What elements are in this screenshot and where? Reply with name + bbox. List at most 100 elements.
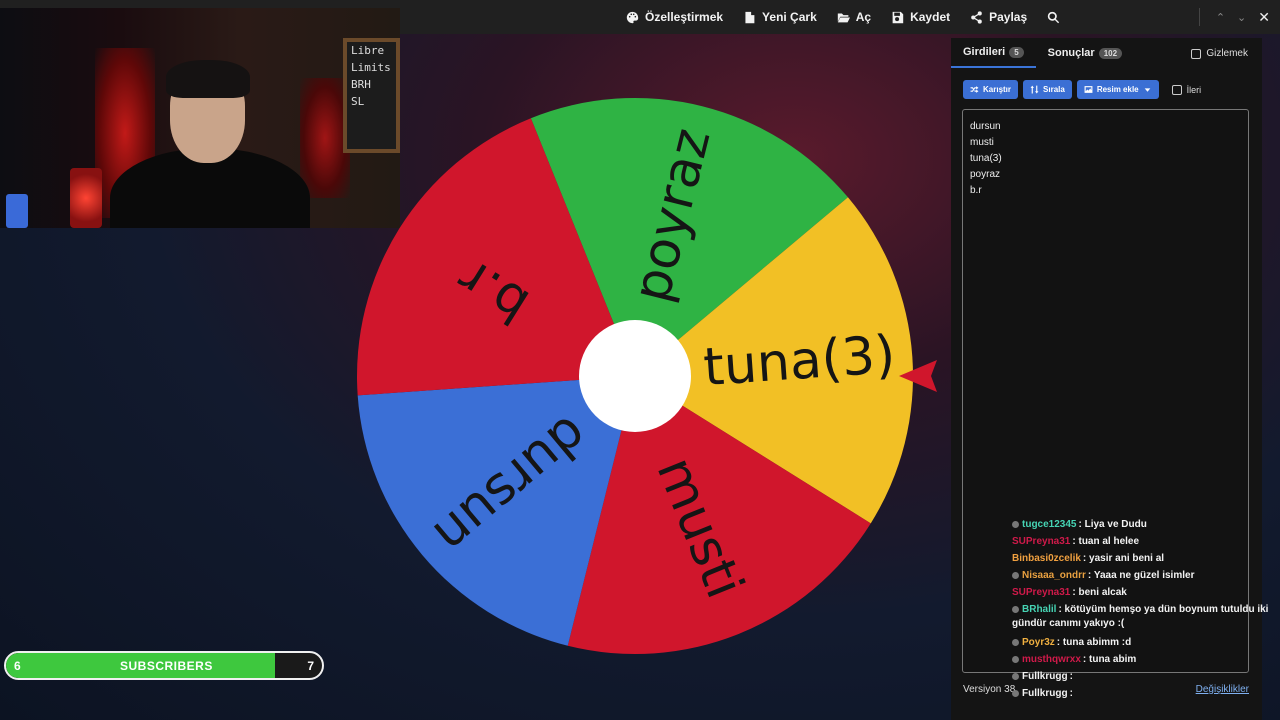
chat-text: : (1069, 671, 1073, 682)
chat-text: : yasir ani beni al (1082, 553, 1165, 564)
entry-line: musti (970, 137, 994, 148)
share-button[interactable]: Paylaş (970, 10, 1027, 24)
board-line: Limits (351, 61, 391, 74)
user-badge-icon (1012, 638, 1019, 646)
board-line: Libre (351, 44, 385, 57)
chat-message: Poyr3z: tuna abimm :d (1012, 634, 1280, 651)
share-label: Paylaş (989, 10, 1028, 24)
file-icon (745, 11, 755, 23)
chat-user: Poyr3z (1022, 637, 1055, 648)
advanced-checkbox[interactable] (1171, 84, 1182, 95)
chat-text: : Yaaa ne güzel isimler (1087, 570, 1195, 581)
toolbar-divider (1198, 8, 1200, 26)
save-button[interactable]: Kaydet (891, 10, 950, 24)
chat-user: Fullkrugg (1022, 688, 1068, 699)
user-badge-icon (1012, 672, 1019, 680)
chat-user: BRhalil (1022, 604, 1057, 615)
chevron-down-icon[interactable]: ⌄ (1237, 11, 1246, 24)
streamer-hair (166, 60, 250, 98)
image-icon (1084, 86, 1093, 93)
chat-user: Nisaaa_ondrr (1022, 570, 1086, 581)
chat-user: tugce12345 (1022, 519, 1077, 530)
subscriber-goal: 7 (307, 659, 314, 673)
wheel-pointer-icon (899, 360, 937, 392)
chat-message: musthqwrxx: tuna abim (1012, 651, 1280, 668)
sort-button[interactable]: Sırala (1023, 80, 1072, 99)
webcam-feed: Libre Limits BRH SL (0, 8, 400, 228)
chat-message: Nisaaa_ondrr: Yaaa ne güzel isimler (1012, 567, 1280, 584)
wheel-center-hub[interactable] (579, 320, 691, 432)
save-label: Kaydet (910, 10, 951, 24)
chat-user: musthqwrxx (1022, 654, 1081, 665)
shuffle-label: Karıştır (983, 85, 1012, 94)
chat-message: SUPreyna31: beni alcak (1012, 584, 1280, 601)
advanced-option[interactable]: İleri (1171, 84, 1202, 95)
palette-icon (626, 11, 639, 23)
tab-entries[interactable]: Girdileri 5 (951, 38, 1036, 68)
toolbar-menu: Özelleştirmek Yeni Çark Aç Kaydet Paylaş (626, 0, 1060, 34)
chat-user: SUPreyna31 (1012, 536, 1071, 547)
webcam-lamp (70, 168, 102, 228)
save-icon (892, 11, 904, 23)
customize-button[interactable]: Özelleştirmek (626, 10, 723, 24)
new-wheel-button[interactable]: Yeni Çark (743, 10, 817, 24)
open-button[interactable]: Aç (837, 10, 871, 24)
hide-label: Gizlemek (1206, 48, 1248, 59)
share-icon (971, 10, 982, 24)
window-controls: ⌃ ⌄ ✕ (1198, 0, 1270, 34)
entry-line: b.r (970, 185, 982, 196)
add-image-button[interactable]: Resim ekle (1076, 80, 1159, 99)
chat-text: : tuna abim (1082, 654, 1137, 665)
chat-text: : tuan al helee (1072, 536, 1140, 547)
user-badge-icon (1012, 605, 1019, 613)
user-badge-icon (1012, 655, 1019, 663)
user-badge-icon (1012, 571, 1019, 579)
chat-message: tugce12345: Liya ve Dudu (1012, 516, 1280, 533)
chat-message: Fullkrugg: (1012, 668, 1280, 685)
stream-chat: tugce12345: Liya ve Dudu SUPreyna31: tua… (1012, 516, 1280, 702)
webcam-cup (6, 194, 28, 228)
search-button[interactable] (1047, 11, 1060, 24)
open-label: Aç (855, 10, 872, 24)
user-badge-icon (1012, 520, 1019, 528)
entries-toolbar: Karıştır Sırala Resim ekle İleri (963, 80, 1201, 99)
chat-user: Binbasi0zcelik (1012, 553, 1081, 564)
chat-message: Fullkrugg: (1012, 685, 1280, 702)
chat-user: Fullkrugg (1022, 671, 1068, 682)
sort-label: Sırala (1043, 85, 1065, 94)
advanced-label: İleri (1186, 84, 1202, 95)
entry-line: tuna(3) (970, 153, 1002, 164)
search-icon (1047, 11, 1060, 23)
subscriber-goal-bar: 6 SUBSCRIBERS 7 (4, 651, 324, 680)
tab-results-label: Sonuçlar (1047, 47, 1095, 59)
chat-message: Binbasi0zcelik: yasir ani beni al (1012, 550, 1280, 567)
chat-message: BRhalil: kötüyüm hemşo ya dün boynum tut… (1012, 601, 1280, 634)
sort-icon (1030, 85, 1039, 94)
subscriber-current: 6 (14, 659, 21, 673)
entry-line: poyraz (970, 169, 1001, 180)
folder-open-icon (837, 12, 850, 22)
spin-wheel[interactable]: poyraz tuna(3) musti dursun b.r (355, 95, 915, 657)
hide-checkbox[interactable] (1191, 48, 1202, 59)
tab-results[interactable]: Sonuçlar 102 (1036, 38, 1134, 68)
entry-line: dursun (970, 121, 1001, 132)
add-image-label: Resim ekle (1096, 85, 1139, 94)
chat-text: : tuna abimm :d (1056, 637, 1132, 648)
customize-label: Özelleştirmek (645, 10, 724, 24)
chevron-up-icon[interactable]: ⌃ (1216, 11, 1225, 24)
results-count-badge: 102 (1098, 47, 1123, 59)
chat-user: SUPreyna31 (1012, 587, 1071, 598)
version-label: Versiyon 38 (963, 684, 1016, 695)
shuffle-icon (970, 86, 979, 93)
shuffle-button[interactable]: Karıştır (963, 80, 1019, 99)
chat-text: : Liya ve Dudu (1078, 519, 1147, 530)
chat-message: SUPreyna31: tuan al helee (1012, 533, 1280, 550)
entries-count-badge: 5 (1009, 46, 1024, 58)
close-icon[interactable]: ✕ (1258, 9, 1270, 26)
chat-text: : (1069, 688, 1073, 699)
subscriber-label: SUBSCRIBERS (120, 659, 213, 673)
hide-option[interactable]: Gizlemek (1191, 48, 1248, 59)
tab-entries-label: Girdileri (963, 46, 1006, 58)
wheel-svg[interactable]: poyraztuna(3)mustidursunb.r (355, 95, 915, 657)
user-badge-icon (1012, 689, 1019, 697)
